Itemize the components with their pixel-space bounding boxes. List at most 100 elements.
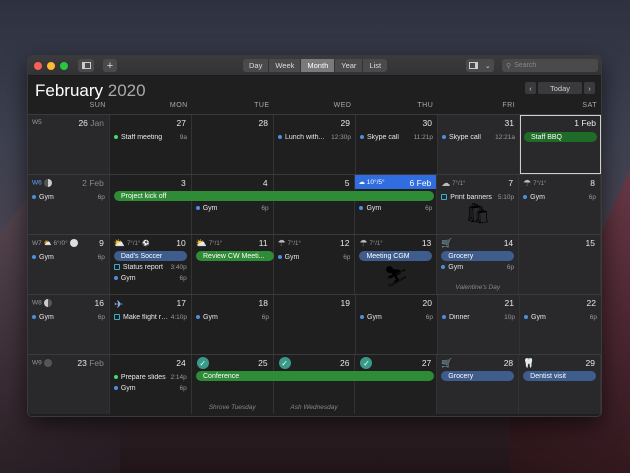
event-bar[interactable]: Meeting CGM — [359, 251, 433, 261]
event-item[interactable]: Lunch with... 12:30p — [278, 132, 351, 142]
day-cell[interactable]: ☂ 7°/1° 12 Gym 6p — [274, 235, 356, 294]
skier-icon: ⛷ — [383, 266, 409, 288]
task-item[interactable]: Status report 3:40p — [113, 262, 187, 272]
event-item[interactable]: Gym 6p — [359, 203, 432, 213]
day-cell[interactable]: 🛒 28 Grocery — [437, 355, 520, 414]
event-item[interactable]: Gym 6p — [195, 203, 269, 213]
day-cell[interactable]: W8 16 Gym 6p — [28, 295, 110, 354]
event-item[interactable]: Dinner 10p — [442, 312, 515, 322]
day-number: 31 — [504, 118, 514, 128]
event-item[interactable]: Prepare slides 2:14p — [113, 372, 187, 382]
day-cell[interactable]: 4 Gym 6p — [192, 175, 274, 234]
checkbox[interactable] — [113, 264, 120, 270]
event-item[interactable]: Gym 6p — [32, 192, 105, 202]
day-cell[interactable]: 5 — [274, 175, 356, 234]
event-item[interactable]: Gym 6p — [277, 252, 350, 262]
day-cell[interactable]: 22 Gym 6p — [520, 295, 601, 354]
tab-day[interactable]: Day — [243, 59, 270, 72]
event-bar-multiday[interactable]: Project kick off — [114, 191, 434, 201]
day-number: 26 — [339, 358, 350, 368]
day-cell[interactable]: 🦷 29 Dentist visit — [519, 355, 601, 414]
sidebar-toggle-button[interactable] — [78, 59, 94, 72]
event-bar[interactable]: Staff BBQ — [524, 132, 597, 142]
day-cell[interactable]: 30 Skype call 11:21p — [356, 115, 438, 174]
event-item[interactable]: Skype call 12:21a — [442, 132, 515, 142]
day-cell[interactable]: ✓ 25 Shrove Tuesday — [192, 355, 274, 414]
weekday-header: SUN MON TUE WED THU FRI SAT — [28, 102, 601, 113]
day-cell[interactable]: 🛒 14 Grocery Gym 6p Valentine's Day — [437, 235, 520, 294]
checkbox[interactable] — [114, 314, 120, 320]
event-bar-multiday[interactable]: Conference — [196, 371, 434, 381]
day-number: 28 — [503, 358, 514, 368]
day-cell[interactable]: 29 Lunch with... 12:30p — [274, 115, 356, 174]
tab-list[interactable]: List — [363, 59, 387, 72]
event-bar[interactable]: Grocery — [441, 371, 515, 381]
task-item[interactable]: Make flight re... 4:10p — [114, 312, 187, 322]
event-item[interactable]: Gym 6p — [113, 383, 187, 393]
checkbox[interactable] — [441, 194, 448, 200]
day-number: 26 Jan — [78, 118, 104, 128]
day-cell[interactable]: 18 Gym 6p — [192, 295, 274, 354]
event-bar[interactable]: Dentist visit — [523, 371, 597, 381]
day-cell[interactable]: 28 — [192, 115, 274, 174]
week-row: W9 23 Feb 24 Prepare slides 2:14p Gym 6p… — [28, 354, 601, 414]
search-input[interactable]: ⚲ Search — [502, 59, 598, 72]
tab-week[interactable]: Week — [269, 59, 302, 72]
weekday-label: TUE — [254, 102, 270, 109]
day-cell[interactable]: 19 — [274, 295, 356, 354]
minimize-button[interactable] — [47, 61, 55, 70]
today-highlight: ☁ 10°/5° 6 Feb — [355, 175, 437, 189]
week-number: W9 — [32, 359, 52, 367]
tab-year[interactable]: Year — [335, 59, 364, 72]
weather-forecast: ☁ 10°/5° — [358, 179, 385, 186]
event-bar[interactable]: Grocery — [441, 251, 515, 261]
day-number: 27 — [421, 358, 432, 368]
day-cell[interactable]: ✈ 17 Make flight re... 4:10p — [110, 295, 192, 354]
event-item[interactable]: Gym 6p — [441, 262, 514, 272]
day-cell[interactable]: 3 — [110, 175, 192, 234]
close-button[interactable] — [34, 61, 42, 70]
day-cell[interactable]: 21 Dinner 10p — [438, 295, 520, 354]
day-cell[interactable]: ✓ 26 Ash Wednesday — [274, 355, 356, 414]
today-button[interactable]: Today — [538, 82, 582, 94]
day-cell[interactable]: ⛅ 7°/1° 11 — [192, 235, 274, 294]
day-cell[interactable]: 15 — [519, 235, 601, 294]
calendar-window: + Day Week Month Year List ⌄ ⚲ Search Fe… — [27, 55, 602, 417]
day-cell-today[interactable]: ☁ 10°/5° 6 Feb Gym 6p — [355, 175, 438, 234]
day-cell[interactable]: ✓ 27 — [355, 355, 438, 414]
event-item[interactable]: Gym 6p — [113, 273, 187, 283]
day-cell[interactable]: ☂ 7°/1° 13 Meeting CGM ⛷ — [355, 235, 438, 294]
day-number: 29 — [585, 358, 596, 368]
day-cell[interactable]: ☁ 7°/1° 7 Print banners 5:10p 🛍 — [437, 175, 520, 234]
day-cell[interactable]: 27 Staff meeting 9a — [110, 115, 192, 174]
day-cell[interactable]: ⛅ 7°/1° ⚽ 10 Dad's Soccer Status report 3… — [110, 235, 192, 294]
event-item[interactable]: Gym 6p — [32, 252, 105, 262]
day-cell[interactable]: W9 23 Feb — [28, 355, 110, 414]
next-month-button[interactable]: › — [584, 82, 595, 94]
event-item[interactable]: Gym 6p — [523, 192, 596, 202]
prev-month-button[interactable]: ‹ — [525, 82, 536, 94]
day-cell[interactable]: 31 Skype call 12:21a — [438, 115, 520, 174]
day-cell[interactable]: 1 Feb Staff BBQ — [520, 115, 601, 174]
day-cell[interactable]: 20 Gym 6p — [356, 295, 438, 354]
day-cell[interactable]: ☂ 7°/1° 8 Gym 6p — [519, 175, 601, 234]
day-number: 2 Feb — [82, 178, 104, 188]
event-item[interactable]: Gym 6p — [32, 312, 105, 322]
event-item[interactable]: Gym 6p — [196, 312, 269, 322]
event-item[interactable]: Gym 6p — [360, 312, 433, 322]
add-event-button[interactable]: + — [103, 59, 117, 72]
moon-third-quarter-icon — [43, 299, 52, 307]
event-bar[interactable]: Dad's Soccer — [113, 251, 187, 261]
calendar-panel-button[interactable]: ⌄ — [466, 59, 494, 72]
event-item[interactable]: Gym 6p — [524, 312, 597, 322]
day-cell[interactable]: W5 26 Jan — [28, 115, 110, 174]
zoom-button[interactable] — [60, 61, 68, 70]
month-grid: W5 26 Jan 27 Staff meeting 9a 28 29 Lunc… — [28, 114, 601, 416]
day-cell[interactable]: W6 2 Feb Gym 6p — [28, 175, 110, 234]
day-cell[interactable]: W7 ⛅ 6°/0° 9 Gym 6p — [28, 235, 110, 294]
day-cell[interactable]: 24 Prepare slides 2:14p Gym 6p — [110, 355, 192, 414]
tab-month[interactable]: Month — [301, 59, 336, 72]
event-bar-multiday[interactable]: Review CW Meeti... — [196, 251, 274, 261]
event-item[interactable]: Staff meeting 9a — [114, 132, 187, 142]
event-item[interactable]: Skype call 11:21p — [360, 132, 433, 142]
